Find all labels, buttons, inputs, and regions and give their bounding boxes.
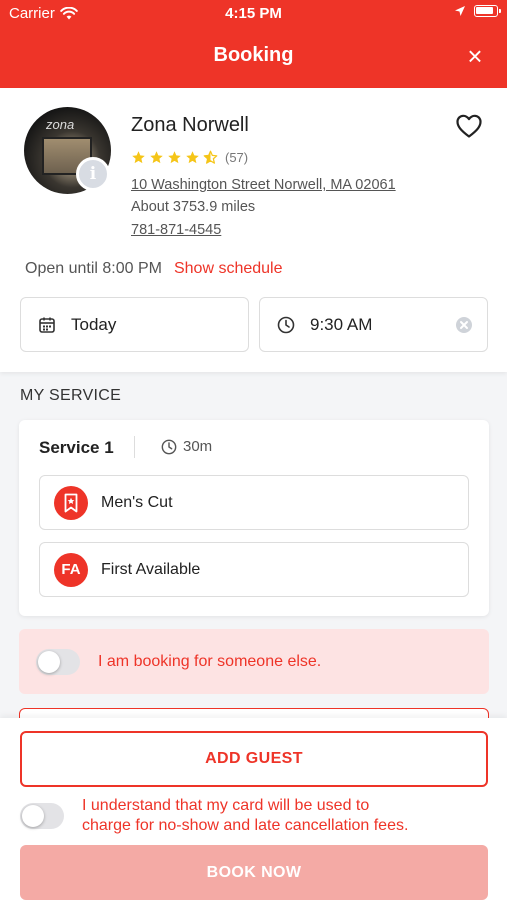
- business-name: Zona Norwell: [131, 114, 249, 136]
- booking-for-someone-else: I am booking for someone else.: [19, 629, 489, 694]
- hours-row: Open until 8:00 PM Show schedule: [25, 260, 282, 278]
- bookmark-icon: [54, 485, 88, 520]
- star-icon: [168, 151, 181, 164]
- clear-icon[interactable]: [455, 316, 473, 334]
- consent-text: I understand that my card will be used t…: [82, 796, 408, 836]
- close-icon[interactable]: ×: [461, 42, 489, 70]
- date-value: Today: [71, 314, 117, 334]
- rating-stars: (57): [131, 150, 248, 165]
- star-icon: [132, 151, 145, 164]
- page-title: Booking: [213, 44, 294, 66]
- time-picker[interactable]: 9:30 AM: [259, 297, 488, 352]
- service-duration: 30m: [161, 438, 212, 455]
- booking-footer: ADD GUEST I understand that my card will…: [0, 718, 507, 900]
- battery-icon: [474, 5, 501, 17]
- business-phone[interactable]: 781-871-4545: [131, 222, 221, 238]
- clock-icon: [161, 439, 177, 454]
- review-count: (57): [225, 150, 249, 165]
- consent-toggle[interactable]: [20, 803, 64, 829]
- star-icon: [186, 151, 199, 164]
- status-time: 4:15 PM: [225, 5, 282, 22]
- heart-icon[interactable]: [455, 113, 483, 139]
- app-header: Carrier 4:15 PM Booking ×: [0, 0, 507, 88]
- status-bar: Carrier 4:15 PM: [0, 0, 507, 28]
- consent-line-2: charge for no-show and late cancellation…: [82, 817, 409, 834]
- business-distance: About 3753.9 miles: [131, 199, 256, 215]
- someone-else-toggle[interactable]: [36, 648, 80, 675]
- calendar-icon: [39, 317, 55, 333]
- clock-icon: [277, 316, 295, 333]
- divider: [134, 436, 135, 458]
- staff-avatar: FA: [54, 552, 88, 587]
- location-arrow-icon: [455, 6, 465, 16]
- star-half-icon: [203, 150, 218, 164]
- add-guest-button[interactable]: ADD GUEST: [20, 731, 488, 787]
- service-label: Service 1: [39, 438, 114, 457]
- staff-selector[interactable]: FA First Available: [39, 542, 469, 597]
- consent-line-1: I understand that my card will be used t…: [82, 797, 370, 814]
- business-info-card: zona i Zona Norwell (57) 10 Washington S…: [0, 88, 507, 372]
- someone-else-label: I am booking for someone else.: [98, 652, 322, 670]
- service-selector[interactable]: Men's Cut: [39, 475, 469, 530]
- date-picker[interactable]: Today: [20, 297, 249, 352]
- staff-name: First Available: [101, 560, 201, 578]
- section-title-my-service: MY SERVICE: [20, 387, 122, 404]
- toggle-knob: [22, 805, 44, 827]
- hours-text: Open until 8:00 PM: [25, 260, 162, 277]
- info-icon[interactable]: i: [76, 157, 110, 191]
- status-right-group: [454, 5, 501, 17]
- service-card: Service 1 30m Men's Cut FA First Availab…: [19, 420, 489, 616]
- business-address[interactable]: 10 Washington Street Norwell, MA 02061: [131, 177, 396, 193]
- book-now-button[interactable]: BOOK NOW: [20, 845, 488, 900]
- show-schedule-link[interactable]: Show schedule: [174, 260, 283, 278]
- toggle-knob: [38, 650, 60, 673]
- battery-fill: [476, 7, 493, 14]
- star-icon: [150, 151, 163, 164]
- avatar-sign: zona: [46, 117, 75, 132]
- duration-value: 30m: [183, 438, 213, 455]
- consent-row: I understand that my card will be used t…: [20, 796, 490, 836]
- service-name: Men's Cut: [101, 493, 173, 511]
- time-value: 9:30 AM: [310, 314, 373, 334]
